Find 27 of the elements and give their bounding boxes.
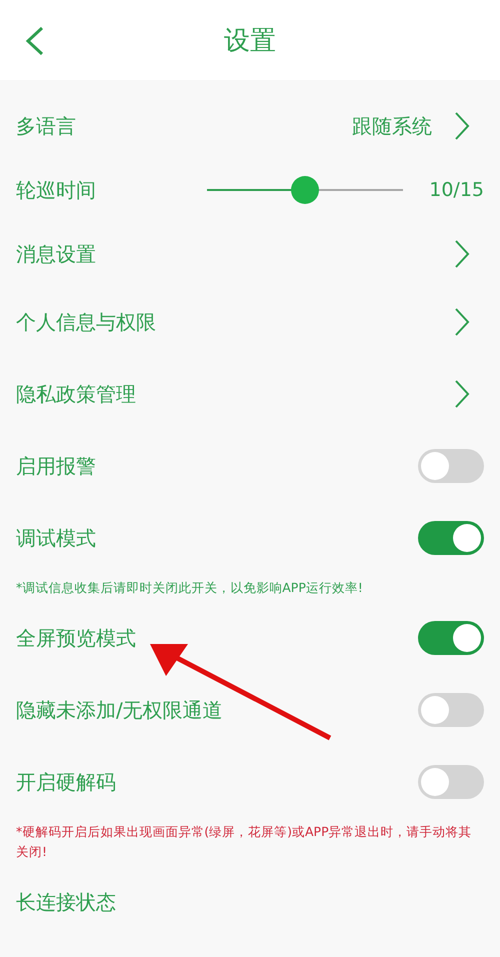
setting-label: 多语言 [16, 112, 77, 140]
toggle-switch[interactable] [418, 449, 484, 483]
slider-reading: 10/15 [429, 179, 484, 201]
setting-label: 开启硬解码 [16, 768, 117, 796]
warning-note: *硬解码开启后如果出现画面异常(绿屏，花屏等)或APP异常退出时，请手动将其关闭! [15, 823, 473, 861]
chevron-right-icon[interactable] [454, 379, 470, 409]
setting-label: 调试模式 [16, 524, 97, 552]
toggle-switch[interactable] [418, 765, 484, 799]
setting-label: 启用报警 [16, 452, 97, 480]
chevron-right-icon[interactable] [454, 307, 470, 337]
toggle-switch[interactable] [418, 521, 484, 555]
setting-label: 轮巡时间 [16, 176, 97, 204]
setting-label: 个人信息与权限 [16, 308, 157, 336]
setting-value: 跟随系统 [352, 112, 432, 140]
page-title: 设置 [224, 24, 276, 58]
back-icon[interactable] [24, 26, 46, 56]
toggle-switch[interactable] [418, 621, 484, 655]
setting-label: 隐藏未添加/无权限通道 [16, 696, 224, 724]
setting-label: 消息设置 [16, 240, 97, 268]
setting-label: 隐私政策管理 [16, 380, 137, 408]
slider-thumb[interactable] [291, 176, 320, 204]
warning-note: *调试信息收集后请即时关闭此开关，以免影响APP运行效率! [15, 579, 364, 597]
chevron-right-icon[interactable] [454, 239, 470, 269]
setting-label: 长连接状态 [16, 888, 117, 916]
setting-label: 全屏预览模式 [16, 624, 137, 652]
toggle-switch[interactable] [418, 693, 484, 727]
chevron-right-icon[interactable] [454, 111, 470, 141]
